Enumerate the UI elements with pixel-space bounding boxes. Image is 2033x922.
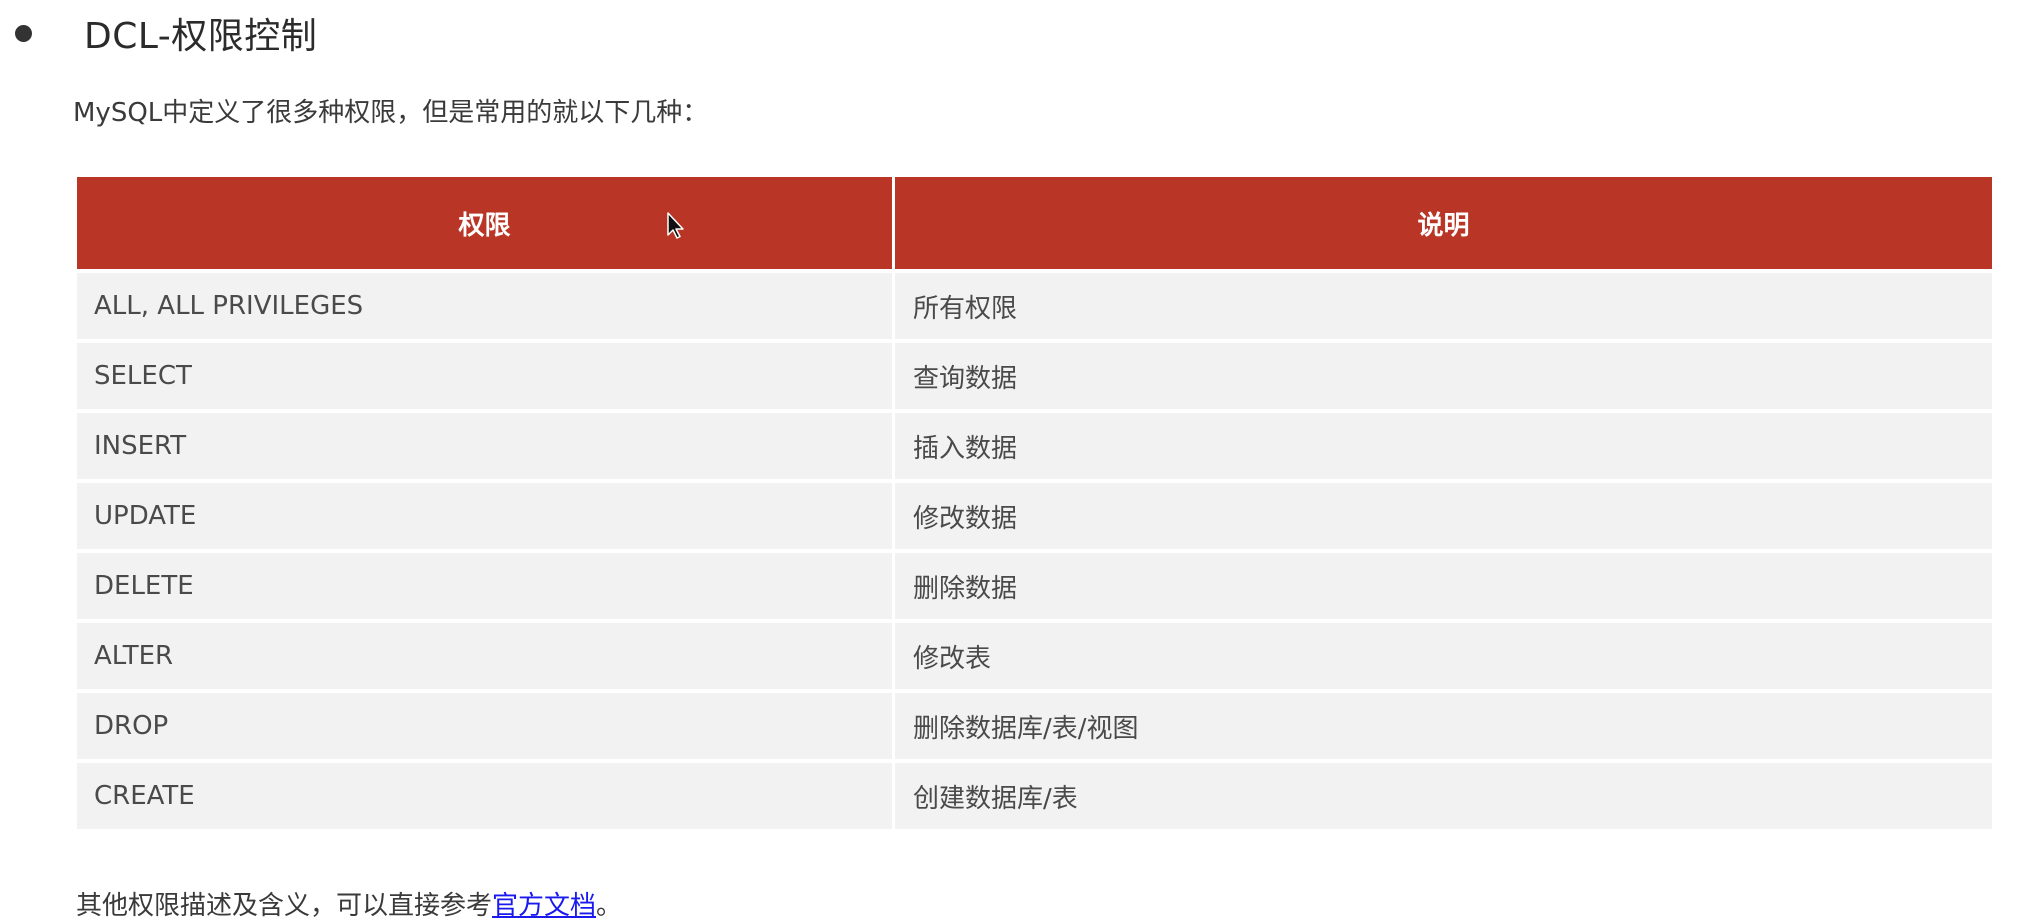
description-cell: 查询数据 (893, 341, 1992, 413)
bullet-icon (15, 24, 32, 42)
privileges-table: 权限 说明 ALL, ALL PRIVILEGES 所有权限 SELECT 查询… (77, 177, 1992, 833)
privilege-cell: INSERT (77, 411, 895, 483)
table-row: UPDATE 修改数据 (77, 481, 1992, 553)
table-header-row: 权限 说明 (77, 177, 1992, 273)
table-row: CREATE 创建数据库/表 (77, 761, 1992, 833)
table-row: INSERT 插入数据 (77, 411, 1992, 483)
table-row: DROP 删除数据库/表/视图 (77, 691, 1992, 763)
intro-text: MySQL中定义了很多种权限，但是常用的就以下几种： (73, 98, 709, 128)
description-cell: 修改表 (893, 621, 1992, 693)
table-row: SELECT 查询数据 (77, 341, 1992, 413)
description-cell: 插入数据 (893, 411, 1992, 483)
table-row: ALL, ALL PRIVILEGES 所有权限 (77, 271, 1992, 343)
description-cell: 删除数据库/表/视图 (893, 691, 1992, 763)
description-cell: 删除数据 (893, 551, 1992, 623)
footer-text: 其他权限描述及含义，可以直接参考 (76, 891, 493, 921)
description-cell: 所有权限 (893, 271, 1992, 343)
table-row: DELETE 删除数据 (77, 551, 1992, 623)
heading-title: DCL-权限控制 (84, 16, 318, 57)
privilege-cell: CREATE (77, 761, 895, 833)
privilege-cell: UPDATE (77, 481, 895, 553)
slide-page: DCL-权限控制 MySQL中定义了很多种权限，但是常用的就以下几种： 权限 说… (0, 0, 2033, 922)
description-cell: 修改数据 (893, 481, 1992, 553)
table-row: ALTER 修改表 (77, 621, 1992, 693)
header-description: 说明 (893, 177, 1992, 273)
section-heading: DCL-权限控制 (10, 10, 318, 57)
privilege-cell: ALL, ALL PRIVILEGES (77, 271, 895, 343)
privilege-cell: ALTER (77, 621, 895, 693)
header-privilege: 权限 (77, 177, 895, 273)
privilege-cell: SELECT (77, 341, 895, 413)
official-docs-link[interactable]: 官方文档 (492, 891, 596, 921)
privilege-cell: DELETE (77, 551, 895, 623)
privilege-cell: DROP (77, 691, 895, 763)
footer-suffix: 。 (596, 891, 623, 921)
footer-note: 其他权限描述及含义，可以直接参考官方文档。 (76, 885, 622, 922)
description-cell: 创建数据库/表 (893, 761, 1992, 833)
mouse-cursor-icon (667, 212, 684, 239)
